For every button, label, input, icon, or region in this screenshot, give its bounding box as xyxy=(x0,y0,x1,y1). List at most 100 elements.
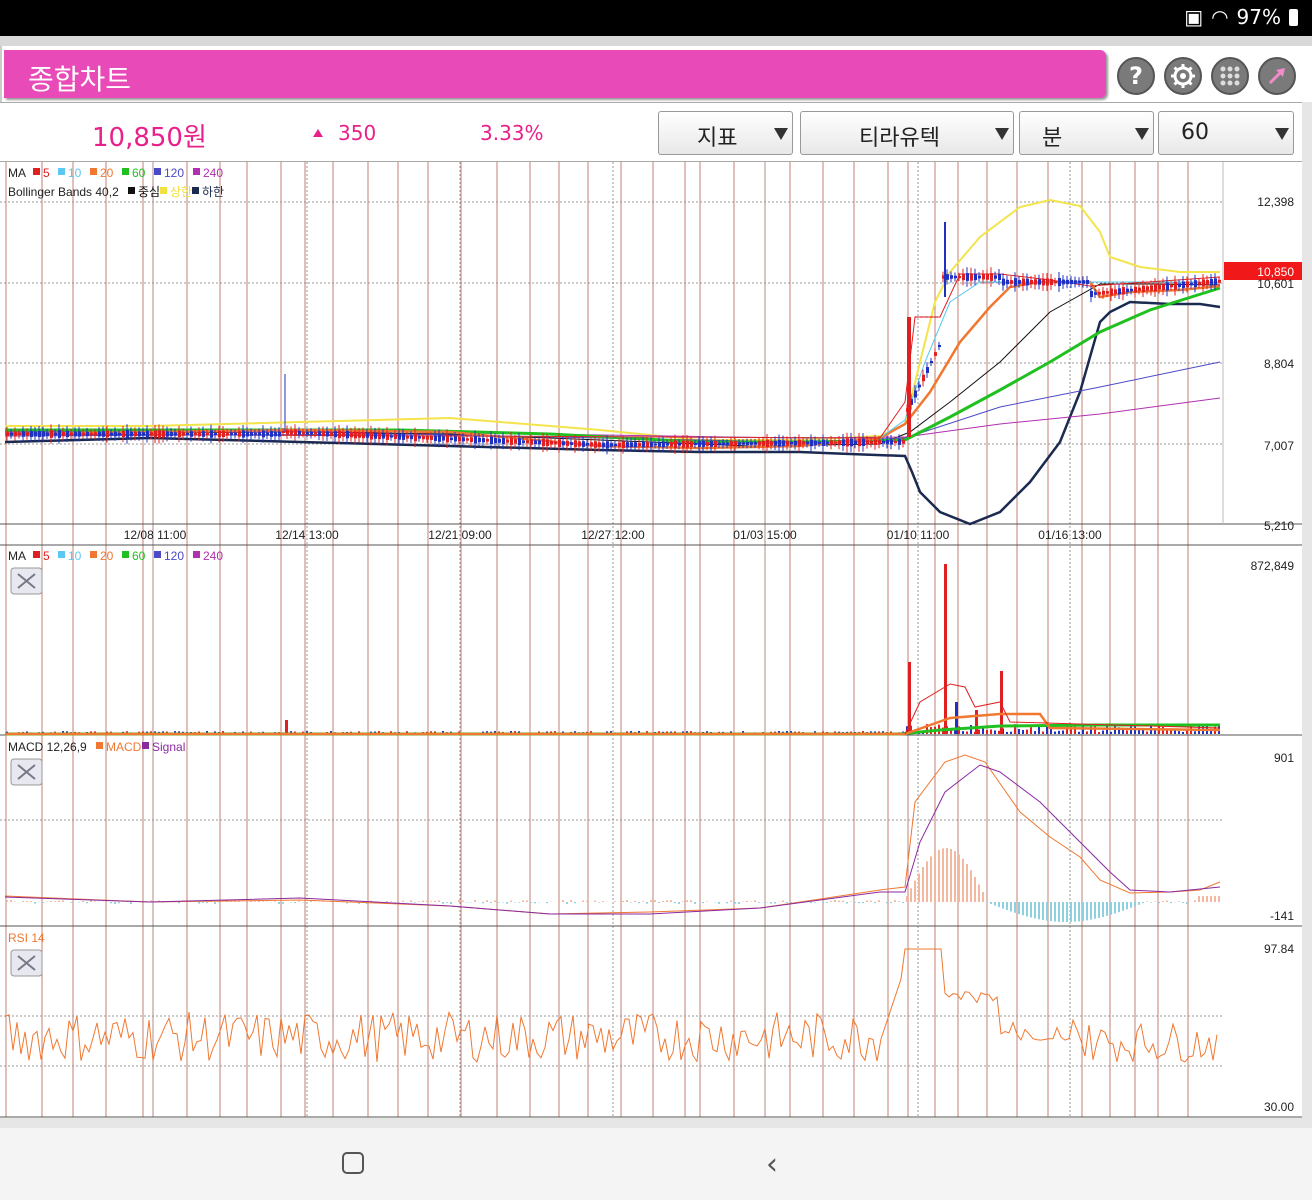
candle xyxy=(722,442,725,446)
candle xyxy=(702,441,705,447)
macd-bar xyxy=(718,902,720,904)
macd-bar xyxy=(678,902,680,904)
macd-bar xyxy=(690,900,692,902)
volume-bar xyxy=(950,730,952,734)
macd-bar xyxy=(458,900,460,902)
settings-button[interactable] xyxy=(1164,57,1202,95)
macd-bar xyxy=(898,901,900,902)
candle xyxy=(1174,281,1177,290)
candle xyxy=(126,430,129,438)
candle xyxy=(90,432,93,436)
candle xyxy=(858,438,861,447)
candle xyxy=(206,432,209,436)
volume-bar xyxy=(1054,731,1056,734)
home-button[interactable] xyxy=(342,1152,364,1174)
volume-bar xyxy=(1182,731,1184,734)
macd-bar xyxy=(1034,902,1036,919)
chart-area[interactable]: 10,850 12,398 10,601 8,804 7,007 5,210 1… xyxy=(0,162,1312,1118)
help-button[interactable]: ? xyxy=(1117,57,1155,95)
candle xyxy=(898,439,901,445)
macd-bar xyxy=(410,900,412,902)
macd-bar xyxy=(422,900,424,902)
candle xyxy=(1186,281,1189,288)
rsi-close-button[interactable] xyxy=(10,949,43,977)
candle xyxy=(270,431,273,437)
legend-swatch xyxy=(142,742,149,749)
candle xyxy=(1014,278,1017,286)
volume-bar xyxy=(1102,730,1104,734)
macd-bar xyxy=(686,900,688,902)
candle xyxy=(966,273,969,281)
candle xyxy=(814,440,817,446)
candle xyxy=(190,431,193,437)
legend-item: 120 xyxy=(164,549,184,563)
macd-bar xyxy=(1054,902,1056,922)
y-tick: 8,804 xyxy=(1264,357,1294,371)
candle xyxy=(482,437,485,443)
macd-bar xyxy=(782,900,784,902)
candle xyxy=(1086,279,1089,285)
candle xyxy=(1106,291,1109,294)
period-type-dropdown[interactable]: 분 xyxy=(1019,111,1154,155)
macd-bar xyxy=(870,900,872,902)
volume-bar xyxy=(1086,731,1088,734)
volume-bar xyxy=(1082,725,1084,734)
macd-bar xyxy=(214,902,216,904)
candle xyxy=(50,430,53,438)
macd-bar xyxy=(1082,902,1084,921)
candle xyxy=(306,431,309,435)
legend-swatch xyxy=(122,168,129,175)
candle xyxy=(1202,279,1205,287)
macd-legend-label: MACD 12,26,9 xyxy=(8,740,87,754)
grid-button[interactable] xyxy=(1211,57,1249,95)
volume-bar xyxy=(1110,731,1112,734)
expand-button[interactable] xyxy=(1258,57,1296,95)
candle xyxy=(230,432,233,436)
candle xyxy=(598,442,601,448)
macd-bar xyxy=(566,902,568,904)
macd-bar xyxy=(670,900,672,902)
period-value-dropdown[interactable]: 60 xyxy=(1158,111,1294,155)
candle xyxy=(978,275,981,279)
candle xyxy=(962,273,965,281)
macd-bar xyxy=(878,900,880,902)
macd-bar xyxy=(1134,902,1136,907)
macd-panel: 901 -141 MACD 12,26,9 MACD Signal xyxy=(4,740,1294,923)
volume-bar xyxy=(1098,731,1100,734)
macd-bar xyxy=(658,902,660,903)
macd-bar xyxy=(634,900,636,902)
macd-close-button[interactable] xyxy=(10,758,43,786)
macd-bar xyxy=(738,902,740,904)
indicator-dropdown-label: 지표 xyxy=(697,126,738,151)
candle xyxy=(862,438,865,446)
macd-bar xyxy=(58,900,60,902)
candle xyxy=(1150,285,1153,291)
macd-bar xyxy=(586,900,588,902)
candle xyxy=(30,431,33,437)
candle xyxy=(1082,280,1085,284)
candle xyxy=(1046,278,1049,286)
legend-item: 상한 xyxy=(170,185,192,199)
stock-dropdown[interactable]: 티라유텍 xyxy=(800,111,1014,155)
macd-bar xyxy=(14,901,16,902)
macd-bar xyxy=(298,901,300,902)
candle xyxy=(310,431,313,435)
candle xyxy=(907,317,911,437)
macd-bar xyxy=(1086,902,1088,921)
volume-close-button[interactable] xyxy=(10,567,43,595)
macd-bar xyxy=(1130,902,1132,908)
indicator-dropdown[interactable]: 지표 xyxy=(658,111,793,155)
candle xyxy=(1042,278,1045,286)
candle xyxy=(558,439,561,448)
macd-bar xyxy=(482,902,484,904)
candle xyxy=(442,436,445,441)
legend-swatch xyxy=(90,551,97,558)
macd-bar xyxy=(282,902,284,904)
x-tick: 12/27 12:00 xyxy=(581,528,645,542)
macd-bar xyxy=(510,900,512,902)
volume-bar xyxy=(1194,731,1196,734)
macd-bar xyxy=(990,902,992,904)
back-button[interactable]: ‹ xyxy=(766,1150,778,1180)
candle xyxy=(682,440,685,448)
macd-bar xyxy=(486,900,488,902)
